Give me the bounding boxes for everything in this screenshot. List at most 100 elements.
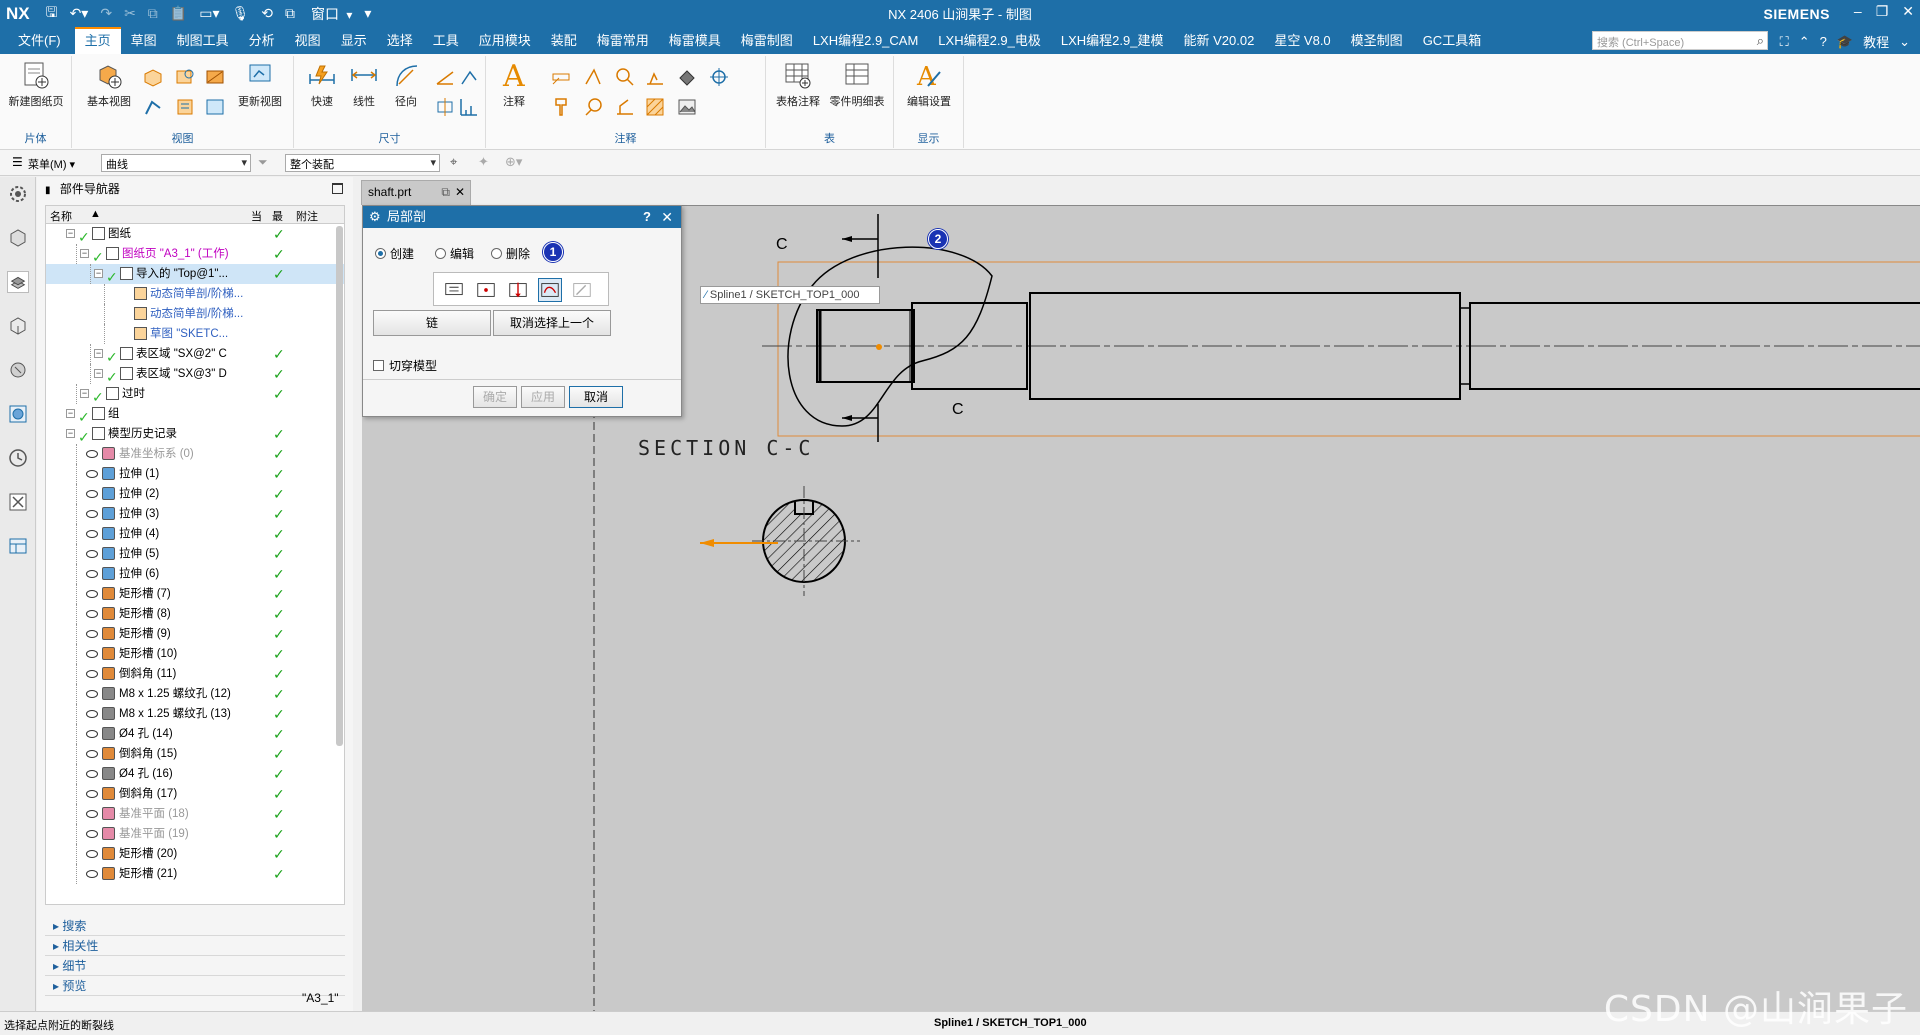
target-point-icon[interactable]	[550, 96, 572, 118]
paste-icon[interactable]: 📋	[166, 5, 191, 22]
column-latest[interactable]: 最	[272, 208, 283, 224]
menu-tab[interactable]: 能新 V20.02	[1173, 27, 1264, 54]
visibility-eye-icon[interactable]	[86, 770, 98, 778]
menu-tab[interactable]: 制图工具	[167, 27, 239, 54]
center-mark-icon[interactable]	[708, 66, 730, 88]
reuse-library-icon[interactable]	[7, 315, 29, 337]
menu-tab[interactable]: 星空 V8.0	[1264, 27, 1340, 54]
navigator-row[interactable]: 倒斜角 (11) ✓	[46, 664, 344, 684]
menu-hamburger-icon[interactable]: ☰	[12, 155, 23, 169]
visibility-eye-icon[interactable]	[86, 590, 98, 598]
menu-tab[interactable]: LXH编程2.9_电极	[928, 27, 1051, 54]
visibility-eye-icon[interactable]	[86, 490, 98, 498]
web-browser-icon[interactable]	[7, 359, 29, 381]
expand-toggle-icon[interactable]: −	[80, 249, 89, 258]
visibility-eye-icon[interactable]	[86, 710, 98, 718]
navigator-row[interactable]: 矩形槽 (9) ✓	[46, 624, 344, 644]
visibility-eye-icon[interactable]	[86, 670, 98, 678]
thickness-dimension-icon[interactable]	[434, 96, 456, 118]
menu-dropdown[interactable]: 菜单(M) ▾	[28, 156, 75, 172]
projected-view-icon[interactable]	[142, 66, 164, 88]
angular-dimension-icon[interactable]	[434, 66, 456, 88]
ordinate-dimension-icon[interactable]	[458, 96, 480, 118]
cancel-button[interactable]: 取消	[569, 386, 623, 408]
tools-icon[interactable]	[7, 491, 29, 513]
navigator-row[interactable]: 拉伸 (5) ✓	[46, 544, 344, 564]
navigator-row[interactable]: 动态简单剖/阶梯...	[46, 284, 344, 304]
menu-tab[interactable]: 工具	[423, 27, 469, 54]
broken-out-section-icon[interactable]	[174, 96, 196, 118]
menu-tab[interactable]: 草图	[121, 27, 167, 54]
balloon-icon[interactable]	[582, 96, 604, 118]
datum-feature-icon[interactable]	[582, 66, 604, 88]
settings-gear-icon[interactable]	[7, 183, 29, 205]
repeat-command-icon[interactable]: ⟲	[257, 5, 277, 22]
navigator-row[interactable]: 矩形槽 (8) ✓	[46, 604, 344, 624]
close-icon[interactable]: ✕	[1902, 3, 1914, 20]
navigator-panel-header[interactable]: 细节	[45, 956, 345, 976]
detail-view-icon[interactable]	[174, 66, 196, 88]
visibility-eye-icon[interactable]	[86, 830, 98, 838]
tabular-note-button[interactable]: 表格注释	[772, 60, 824, 109]
parts-list-button[interactable]: 零件明细表	[826, 60, 888, 109]
fill-icon[interactable]	[676, 66, 698, 88]
navigator-row[interactable]: − ✓ 图纸页 "A3_1" (工作) ✓	[46, 244, 344, 265]
navigator-row[interactable]: 拉伸 (6) ✓	[46, 564, 344, 584]
expand-toggle-icon[interactable]: −	[66, 409, 75, 418]
image-icon[interactable]	[676, 96, 698, 118]
visibility-eye-icon[interactable]	[86, 730, 98, 738]
note-button[interactable]: A 注释	[494, 60, 534, 109]
radial-dimension-button[interactable]: 径向	[386, 60, 426, 109]
minimize-icon[interactable]: –	[1854, 3, 1862, 20]
menu-tab[interactable]: 主页	[74, 27, 121, 54]
column-name[interactable]: 名称	[50, 208, 72, 224]
navigator-row[interactable]: − ✓ 过时 ✓	[46, 384, 344, 405]
chamfer-dimension-icon[interactable]	[458, 66, 480, 88]
radio-edit[interactable]: 编辑	[435, 245, 474, 262]
navigator-scrollbar[interactable]	[336, 226, 343, 746]
globe-icon[interactable]	[7, 403, 29, 425]
dialog-settings-icon[interactable]: ⚙	[369, 206, 381, 228]
weld-symbol-icon[interactable]	[614, 96, 636, 118]
menu-tab[interactable]: 分析	[239, 27, 285, 54]
cut-icon[interactable]: ✂	[120, 5, 140, 22]
extrude-vector-icon[interactable]	[506, 278, 530, 302]
navigator-row[interactable]: − ✓ 表区域 "SX@2" C ✓	[46, 344, 344, 365]
navigator-panel-header[interactable]: 搜索	[45, 916, 345, 936]
cut-through-model-checkbox[interactable]: 切穿模型	[373, 357, 437, 374]
new-sheet-button[interactable]: 新建图纸页	[6, 60, 66, 109]
navigator-row[interactable]: 倒斜角 (17) ✓	[46, 784, 344, 804]
navigator-row[interactable]: 基准平面 (18) ✓	[46, 804, 344, 824]
navigator-row[interactable]: − ✓ 组	[46, 404, 344, 425]
update-view-button[interactable]: 更新视图	[232, 60, 288, 109]
menu-tab[interactable]: 梅雷常用	[587, 27, 659, 54]
view-boundary-icon[interactable]	[204, 96, 226, 118]
menu-tab[interactable]: 显示	[331, 27, 377, 54]
visibility-eye-icon[interactable]	[86, 610, 98, 618]
selection-scope-select[interactable]: 整个装配	[285, 154, 440, 172]
id-symbol-icon[interactable]	[614, 66, 636, 88]
search-icon[interactable]: ⌕	[1757, 33, 1764, 49]
file-menu[interactable]: 文件(F)	[0, 27, 75, 54]
restore-icon[interactable]: ❐	[1876, 3, 1889, 20]
radio-delete[interactable]: 删除	[491, 245, 530, 262]
fullscreen-icon[interactable]: ⛶	[1780, 34, 1789, 50]
part-navigator-icon[interactable]	[7, 271, 29, 293]
navigator-row[interactable]: 矩形槽 (10) ✓	[46, 644, 344, 664]
menu-tab[interactable]: 视图	[285, 27, 331, 54]
history-clock-icon[interactable]	[7, 447, 29, 469]
navigator-row[interactable]: − ✓ 表区域 "SX@3" D ✓	[46, 364, 344, 385]
visibility-eye-icon[interactable]	[86, 810, 98, 818]
visibility-eye-icon[interactable]	[86, 870, 98, 878]
edit-settings-button[interactable]: A 编辑设置	[900, 60, 958, 109]
rapid-dimension-button[interactable]: 快速	[302, 60, 342, 109]
navigator-row[interactable]: 矩形槽 (21) ✓	[46, 864, 344, 884]
navigator-collapse-icon[interactable]: ▮	[45, 185, 51, 196]
navigator-row[interactable]: 矩形槽 (20) ✓	[46, 844, 344, 864]
navigator-panel-header[interactable]: 预览	[45, 976, 345, 996]
dialog-close-icon[interactable]: ✕	[661, 206, 673, 228]
navigator-row[interactable]: 拉伸 (4) ✓	[46, 524, 344, 544]
column-current[interactable]: 当	[251, 208, 262, 224]
save-icon[interactable]: 🖫	[42, 2, 62, 26]
window-menu[interactable]: 窗口 ▾	[303, 4, 356, 24]
